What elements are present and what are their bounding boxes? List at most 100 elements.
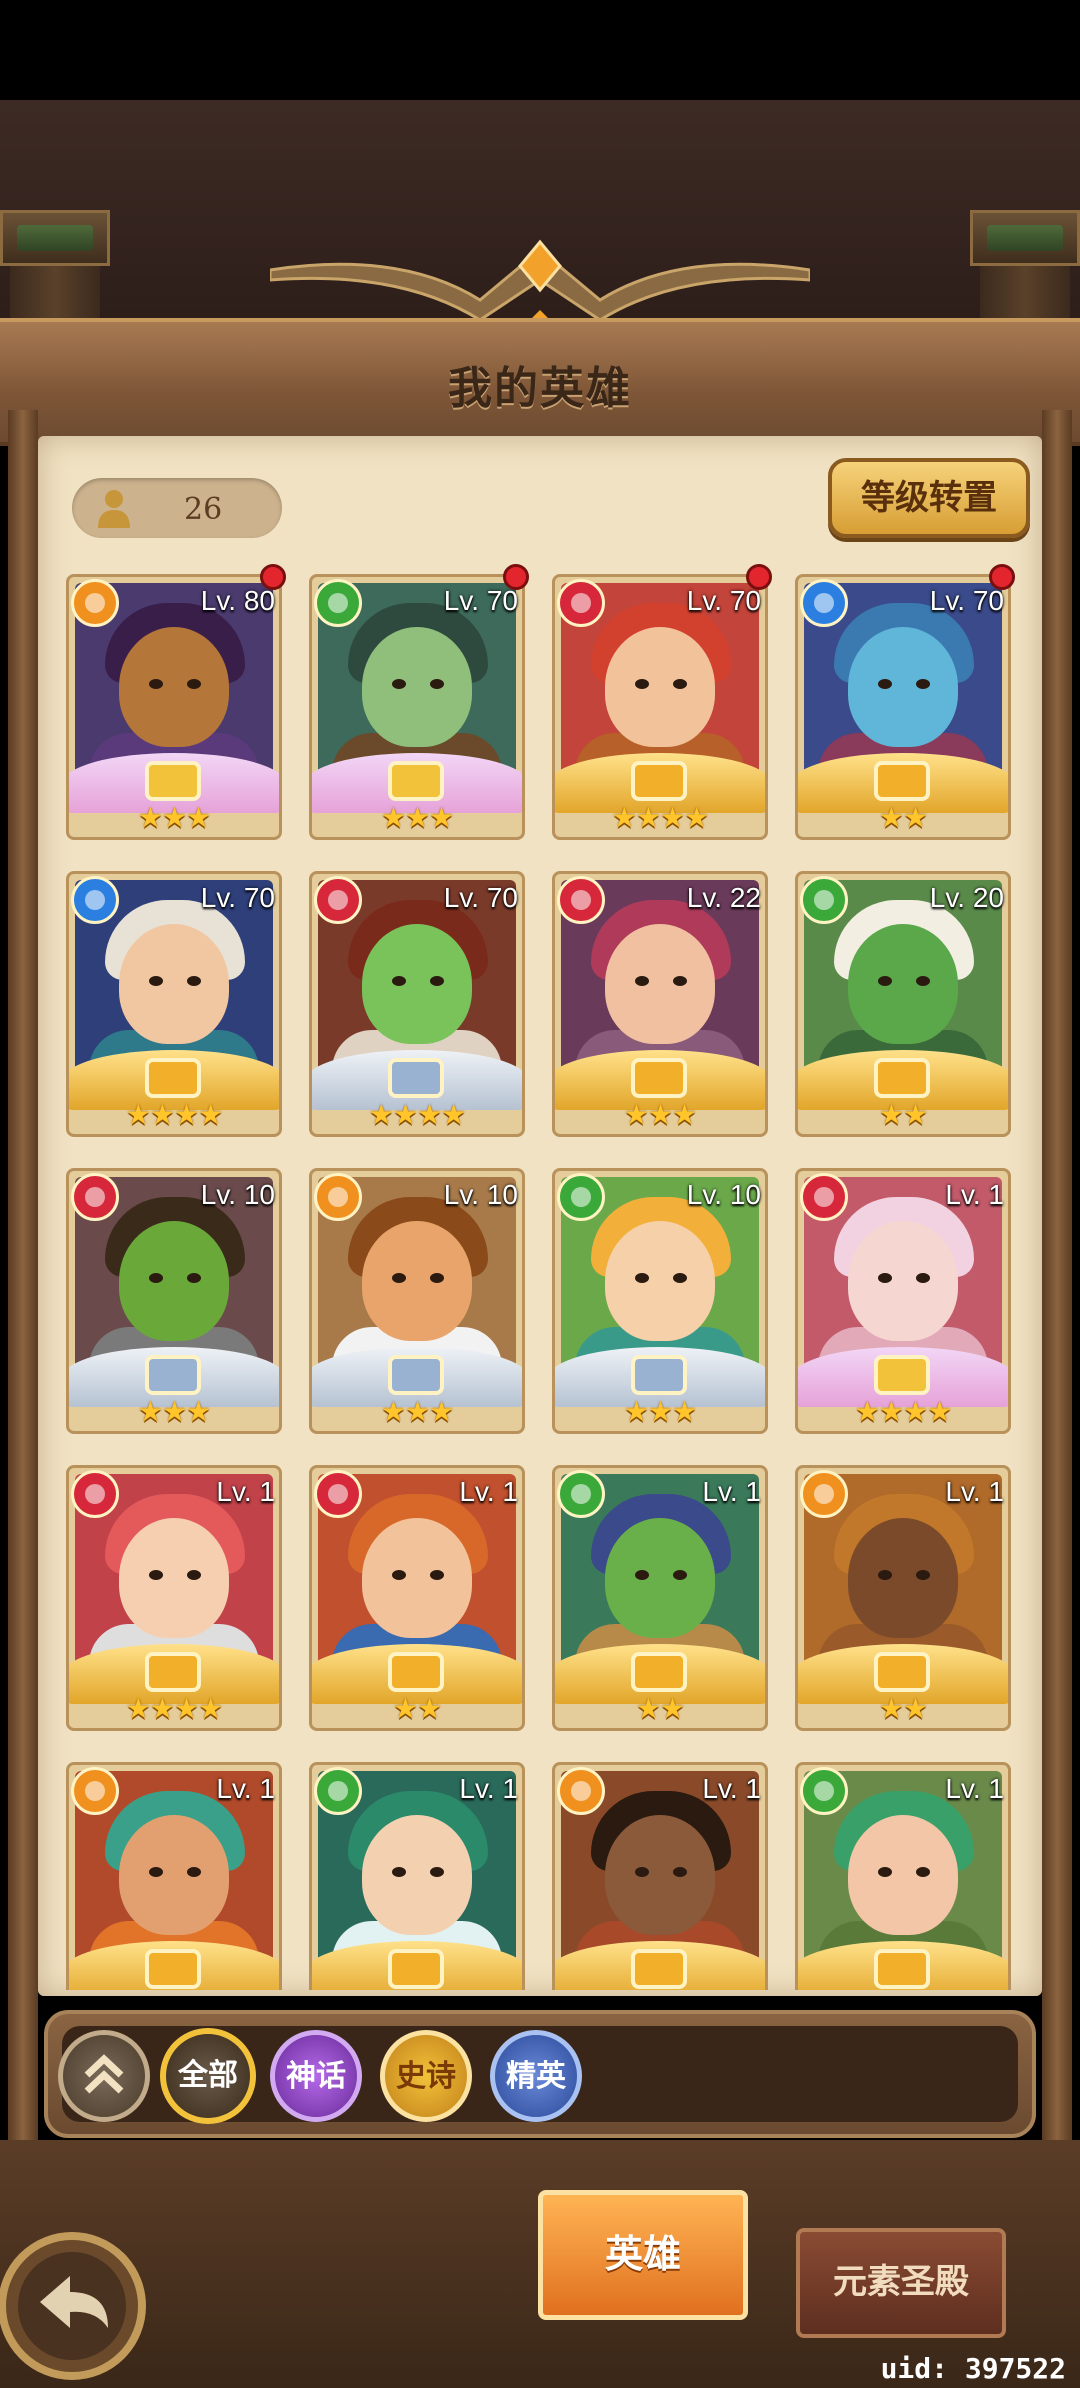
hero-card[interactable]: Lv. 1 — [66, 1762, 282, 1990]
hero-card[interactable]: ★★★ Lv. 10 — [66, 1168, 282, 1434]
hero-card[interactable]: ★★★ Lv. 22 — [552, 871, 768, 1137]
hero-card[interactable]: ★★ Lv. 1 — [552, 1465, 768, 1731]
rank-crest-icon — [388, 1058, 444, 1098]
star-rating: ★★★ — [137, 1395, 211, 1428]
rank-crest-icon — [145, 1058, 201, 1098]
star-rating: ★★★★ — [854, 1395, 952, 1428]
hero-level: Lv. 70 — [929, 585, 1004, 616]
hero-card[interactable]: ★★★★ Lv. 1 — [795, 1168, 1011, 1434]
hero-card[interactable]: ★★★ Lv. 10 — [552, 1168, 768, 1434]
right-pillar — [970, 210, 1080, 326]
orange-element-icon — [71, 1767, 119, 1815]
notification-dot — [503, 564, 529, 590]
red-element-icon — [557, 876, 605, 924]
hero-card[interactable]: ★★★★ Lv. 70 — [309, 871, 525, 1137]
hero-level: Lv. 1 — [702, 1476, 761, 1507]
orange-element-icon — [800, 1470, 848, 1518]
hero-card[interactable]: ★★★★ Lv. 70 — [66, 871, 282, 1137]
hero-level: Lv. 10 — [686, 1179, 761, 1210]
left-pillar — [0, 210, 110, 326]
red-element-icon — [557, 579, 605, 627]
star-rating: ★★★★ — [611, 801, 709, 834]
star-rating: ★★★ — [623, 1395, 697, 1428]
hero-card[interactable]: ★★★★ Lv. 70 — [552, 574, 768, 840]
hero-level: Lv. 70 — [686, 585, 761, 616]
hero-level: Lv. 1 — [945, 1773, 1004, 1804]
filter-all-button[interactable]: 全部 — [160, 2028, 256, 2124]
star-rating: ★★★ — [137, 801, 211, 834]
star-rating: ★★★ — [380, 1395, 454, 1428]
user-id: uid: 397522 — [880, 2352, 1066, 2385]
hero-card[interactable]: Lv. 1 — [309, 1762, 525, 1990]
rank-crest-icon — [631, 1355, 687, 1395]
status-bar — [0, 0, 1080, 100]
hero-card[interactable]: ★★ Lv. 1 — [309, 1465, 525, 1731]
hero-card[interactable]: ★★ Lv. 20 — [795, 871, 1011, 1137]
orange-element-icon — [314, 1173, 362, 1221]
blue-element-icon — [71, 876, 119, 924]
rank-crest-icon — [145, 1949, 201, 1989]
rank-crest-icon — [145, 1355, 201, 1395]
star-rating: ★★★★ — [368, 1098, 466, 1131]
hero-card[interactable]: ★★★ Lv. 70 — [309, 574, 525, 840]
hero-card[interactable]: ★★★ Lv. 10 — [309, 1168, 525, 1434]
double-chevron-up-icon — [84, 2054, 124, 2094]
hero-card[interactable]: ★★★★ Lv. 1 — [66, 1465, 282, 1731]
filter-elite-button[interactable]: 精英 — [490, 2030, 582, 2122]
tab-hero[interactable]: 英雄 — [538, 2190, 748, 2320]
hero-count-value: 26 — [184, 492, 223, 527]
hero-card[interactable]: ★★ Lv. 70 — [795, 574, 1011, 840]
rank-crest-icon — [874, 1949, 930, 1989]
hero-grid: ★★★ Lv. 80 ★★★ Lv. 70 ★★★★ Lv. 70 ★★ Lv. 70 ★★★★… — [66, 574, 1016, 1990]
rank-crest-icon — [631, 1949, 687, 1989]
filter-epic-button[interactable]: 史诗 — [380, 2030, 472, 2122]
green-element-icon — [557, 1470, 605, 1518]
star-rating: ★★ — [878, 1692, 928, 1725]
left-frame — [8, 410, 38, 2210]
orange-element-icon — [557, 1767, 605, 1815]
rank-crest-icon — [874, 1355, 930, 1395]
page-title: 我的英雄 — [448, 363, 632, 414]
level-reset-button[interactable]: 等级转置 — [828, 458, 1030, 538]
blue-element-icon — [800, 579, 848, 627]
orange-element-icon — [71, 579, 119, 627]
hero-card[interactable]: Lv. 1 — [795, 1762, 1011, 1990]
rank-crest-icon — [388, 761, 444, 801]
hero-level: Lv. 1 — [459, 1773, 518, 1804]
rank-crest-icon — [631, 761, 687, 801]
star-rating: ★★★ — [380, 801, 454, 834]
notification-dot — [746, 564, 772, 590]
back-button[interactable] — [0, 2210, 160, 2380]
collapse-button[interactable] — [58, 2030, 150, 2122]
green-element-icon — [557, 1173, 605, 1221]
star-rating: ★★ — [392, 1692, 442, 1725]
green-element-icon — [800, 1767, 848, 1815]
hero-level: Lv. 22 — [686, 882, 761, 913]
hero-card[interactable]: ★★ Lv. 1 — [795, 1465, 1011, 1731]
rank-crest-icon — [631, 1652, 687, 1692]
right-frame — [1042, 410, 1072, 2210]
hero-level: Lv. 70 — [443, 882, 518, 913]
header-ornament — [270, 239, 810, 330]
green-element-icon — [800, 876, 848, 924]
hero-level: Lv. 1 — [216, 1476, 275, 1507]
filter-mythic-button[interactable]: 神话 — [270, 2030, 362, 2122]
hero-count: 26 — [72, 478, 282, 538]
red-element-icon — [71, 1173, 119, 1221]
hero-card[interactable]: ★★★ Lv. 80 — [66, 574, 282, 840]
rank-crest-icon — [145, 1652, 201, 1692]
hero-level: Lv. 70 — [200, 882, 275, 913]
person-icon — [98, 490, 130, 528]
hero-level: Lv. 1 — [945, 1179, 1004, 1210]
red-element-icon — [800, 1173, 848, 1221]
hero-level: Lv. 1 — [459, 1476, 518, 1507]
hero-level: Lv. 1 — [945, 1476, 1004, 1507]
red-element-icon — [314, 876, 362, 924]
rank-crest-icon — [631, 1058, 687, 1098]
tab-element-temple[interactable]: 元素圣殿 — [796, 2228, 1006, 2338]
rank-crest-icon — [874, 1652, 930, 1692]
hero-card[interactable]: Lv. 1 — [552, 1762, 768, 1990]
star-rating: ★★★★ — [125, 1692, 223, 1725]
hero-level: Lv. 70 — [443, 585, 518, 616]
red-element-icon — [314, 1470, 362, 1518]
